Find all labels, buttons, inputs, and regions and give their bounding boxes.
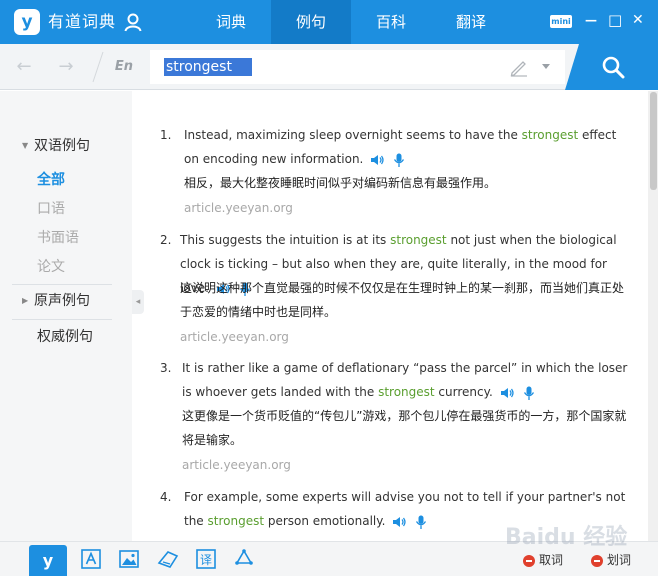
translate-icon[interactable]: 译 xyxy=(195,548,217,570)
example-source[interactable]: article.yeeyan.org xyxy=(182,455,291,475)
back-button[interactable]: ← xyxy=(14,57,34,77)
search-button[interactable] xyxy=(565,44,658,90)
example-source[interactable]: article.yeeyan.org xyxy=(184,198,293,218)
chevron-right-icon: ▶ xyxy=(22,296,29,305)
app-title: 有道词典 xyxy=(48,12,117,31)
minimize-button[interactable]: — xyxy=(585,13,597,27)
text-capture-icon[interactable] xyxy=(80,548,102,570)
mic-icon[interactable] xyxy=(521,385,537,401)
list-item: 3. It is rather like a game of deflation… xyxy=(144,356,634,476)
search-bar: ← → En xyxy=(0,44,658,90)
tab-translate[interactable]: 翻译 xyxy=(431,0,511,44)
example-number: 1. xyxy=(160,128,172,142)
list-item: 1. Instead, maximizing sleep overnight s… xyxy=(144,123,634,223)
scrollbar-thumb[interactable] xyxy=(650,92,657,190)
example-highlight: strongest xyxy=(390,233,447,247)
search-input-wrapper xyxy=(150,50,565,84)
language-selector[interactable]: En xyxy=(104,55,144,79)
search-input[interactable] xyxy=(164,58,252,76)
example-chinese: 相反，最大化整夜睡眠时间似乎对编码新信息有最强作用。 xyxy=(184,176,497,190)
sidebar-divider xyxy=(12,319,112,320)
sidebar-section-label: 原声例句 xyxy=(34,293,90,309)
example-text: person emotionally. xyxy=(264,514,386,528)
tab-encyclopedia[interactable]: 百科 xyxy=(351,0,431,44)
examples-list: 1. Instead, maximizing sleep overnight s… xyxy=(144,91,648,541)
svg-text:译: 译 xyxy=(200,553,212,567)
sidebar-item-authoritative[interactable]: 权威例句 xyxy=(37,327,93,347)
example-highlight: strongest xyxy=(207,514,265,528)
example-number: 2. xyxy=(160,233,172,247)
close-button[interactable]: ✕ xyxy=(632,12,644,28)
sidebar-item-all[interactable]: 全部 xyxy=(37,170,65,190)
youdao-logo-icon: y xyxy=(14,9,40,35)
youdao-logo-icon[interactable]: y xyxy=(29,545,67,576)
search-icon xyxy=(602,56,625,79)
example-highlight: strongest xyxy=(521,128,579,142)
title-bar: y 有道词典 词典 例句 百科 翻译 mini — □ ✕ xyxy=(0,0,658,44)
sidebar-item-spoken[interactable]: 口语 xyxy=(37,199,65,219)
example-source[interactable]: article.yeeyan.org xyxy=(180,327,289,347)
chevron-down-icon[interactable] xyxy=(542,64,550,69)
list-item: 2. This suggests the intuition is at its… xyxy=(144,228,634,348)
example-number: 4. xyxy=(160,490,172,504)
sidebar-section-label: 双语例句 xyxy=(34,138,90,154)
maximize-button[interactable]: □ xyxy=(608,11,622,29)
sidebar-collapse-handle[interactable]: ◂ xyxy=(132,290,144,314)
example-highlight: strongest xyxy=(378,385,435,399)
sidebar-item-papers[interactable]: 论文 xyxy=(37,257,65,277)
example-text: currency. xyxy=(434,385,493,399)
sidebar-section-audio[interactable]: ▶ 原声例句 xyxy=(22,291,90,311)
watermark-text: Baidu 经验 xyxy=(505,524,627,550)
sidebar: ▼ 双语例句 全部 口语 书面语 论文 ▶ 原声例句 权威例句 xyxy=(0,91,132,541)
sidebar-section-bilingual[interactable]: ▼ 双语例句 xyxy=(22,136,90,156)
wordbook-icon[interactable] xyxy=(157,548,179,570)
example-text: Instead, maximizing sleep overnight seem… xyxy=(184,128,522,142)
chevron-down-icon: ▼ xyxy=(22,141,29,150)
tab-dictionary[interactable]: 词典 xyxy=(191,0,271,44)
image-icon[interactable] xyxy=(118,548,140,570)
recycle-icon[interactable] xyxy=(233,548,255,570)
speaker-icon[interactable] xyxy=(391,514,407,530)
speaker-icon[interactable] xyxy=(369,152,385,168)
user-icon[interactable] xyxy=(123,12,143,32)
sidebar-divider xyxy=(12,284,112,285)
example-number: 3. xyxy=(160,361,172,375)
example-english: It is rather like a game of deflationary… xyxy=(182,356,635,404)
speaker-icon[interactable] xyxy=(499,385,515,401)
mic-icon[interactable] xyxy=(413,514,429,530)
mic-icon[interactable] xyxy=(391,152,407,168)
example-english: Instead, maximizing sleep overnight seem… xyxy=(184,123,634,171)
mini-mode-button[interactable]: mini xyxy=(550,15,572,28)
tab-examples[interactable]: 例句 xyxy=(271,0,351,44)
pen-icon[interactable] xyxy=(509,57,529,77)
forward-button[interactable]: → xyxy=(56,57,76,77)
example-text: This suggests the intuition is at its xyxy=(180,233,391,247)
sidebar-item-written[interactable]: 书面语 xyxy=(37,228,79,248)
example-chinese: 这说明这种那个直觉最强的时候不仅仅是在生理时钟上的某一刹那，而当她们真正处于恋爱… xyxy=(180,281,625,319)
baidu-jingyan-watermark: Baidu 经验 xyxy=(505,524,627,550)
example-chinese: 这更像是一个货币贬值的“传包儿”游戏，那个包儿停在最强货币的一方，那个国家就将是… xyxy=(182,409,627,447)
